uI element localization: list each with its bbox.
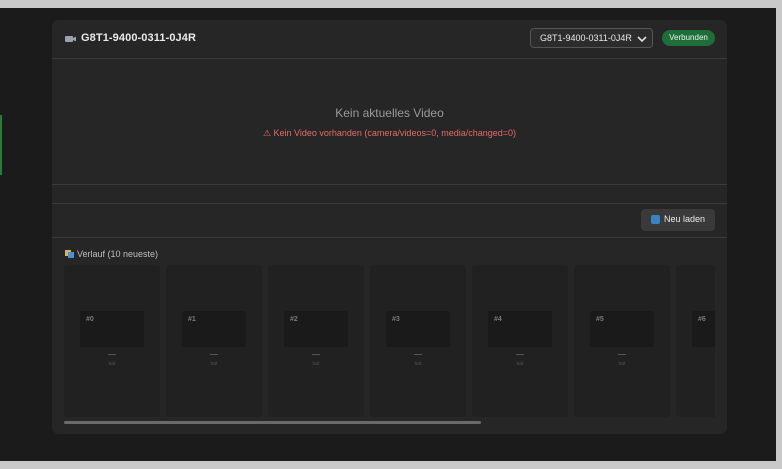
thumbnail-index: #6 bbox=[698, 316, 706, 323]
history-item[interactable]: #4 bat bbox=[472, 265, 568, 417]
thumbnail-index: #0 bbox=[86, 316, 94, 323]
reload-button[interactable]: Neu laden bbox=[641, 209, 715, 231]
thumbnail-caption: bat bbox=[414, 361, 422, 367]
history-scrollbar[interactable] bbox=[64, 421, 715, 424]
device-select[interactable]: G8T1-9400-0311-0J4R bbox=[530, 28, 653, 48]
thumbnail-index: #5 bbox=[596, 316, 604, 323]
scrollbar-thumb[interactable] bbox=[64, 421, 481, 424]
panel-header: G8T1-9400-0311-0J4R G8T1-9400-0311-0J4R … bbox=[52, 20, 727, 59]
thumbnail-caption: bat bbox=[676, 361, 715, 367]
side-accent bbox=[0, 115, 2, 175]
thumbnail-value bbox=[516, 354, 524, 355]
thumbnail-value bbox=[108, 354, 116, 355]
reload-button-label: Neu laden bbox=[664, 214, 706, 224]
history-item[interactable]: #0 bat bbox=[64, 265, 160, 417]
history-item[interactable]: #2 bat bbox=[268, 265, 364, 417]
thumbnail-image: #4 bbox=[488, 311, 552, 347]
device-select-value: G8T1-9400-0311-0J4R bbox=[540, 33, 632, 43]
chevron-down-icon bbox=[637, 36, 647, 43]
page-title: G8T1-9400-0311-0J4R bbox=[81, 32, 197, 44]
video-empty-title: Kein aktuelles Video bbox=[335, 106, 444, 120]
video-error-message: ⚠ Kein Video vorhanden (camera/videos=0,… bbox=[262, 128, 517, 138]
thumbnail-image: #6 bbox=[692, 311, 715, 347]
camera-icon bbox=[65, 36, 76, 42]
thumbnail-index: #3 bbox=[392, 316, 400, 323]
history-heading-label: Verlauf (10 neueste) bbox=[77, 249, 159, 259]
thumbnail-index: #4 bbox=[494, 316, 502, 323]
gallery-icon bbox=[65, 250, 74, 258]
thumbnail-caption: bat bbox=[516, 361, 524, 367]
camera-panel: G8T1-9400-0311-0J4R G8T1-9400-0311-0J4R … bbox=[52, 20, 727, 434]
thumbnail-caption: bat bbox=[312, 361, 320, 367]
thumbnail-value bbox=[618, 354, 626, 355]
thumbnail-index: #1 bbox=[188, 316, 196, 323]
thumbnail-image: #1 bbox=[182, 311, 246, 347]
history-item[interactable]: #1 bat bbox=[166, 265, 262, 417]
thumbnail-value bbox=[210, 354, 218, 355]
history-item[interactable]: #6 bat bbox=[676, 265, 715, 417]
refresh-icon bbox=[651, 215, 660, 224]
video-controls-bar bbox=[52, 185, 727, 204]
thumbnail-index: #2 bbox=[290, 316, 298, 323]
thumbnail-image: #5 bbox=[590, 311, 654, 347]
history-strip: #0 bat #1 bat #2 bat #3 bat #4 bat #5 ba… bbox=[64, 265, 715, 417]
thumbnail-value bbox=[414, 354, 422, 355]
toolbar: Neu laden bbox=[52, 204, 727, 238]
history-heading: Verlauf (10 neueste) bbox=[65, 249, 158, 259]
thumbnail-caption: bat bbox=[618, 361, 626, 367]
thumbnail-image: #3 bbox=[386, 311, 450, 347]
status-badge: Verbunden bbox=[662, 30, 715, 46]
thumbnail-value bbox=[312, 354, 320, 355]
thumbnail-image: #2 bbox=[284, 311, 348, 347]
history-item[interactable]: #5 bat bbox=[574, 265, 670, 417]
history-item[interactable]: #3 bat bbox=[370, 265, 466, 417]
thumbnail-caption: bat bbox=[210, 361, 218, 367]
thumbnail-caption: bat bbox=[108, 361, 116, 367]
video-area: Kein aktuelles Video ⚠ Kein Video vorhan… bbox=[52, 59, 727, 185]
thumbnail-image: #0 bbox=[80, 311, 144, 347]
